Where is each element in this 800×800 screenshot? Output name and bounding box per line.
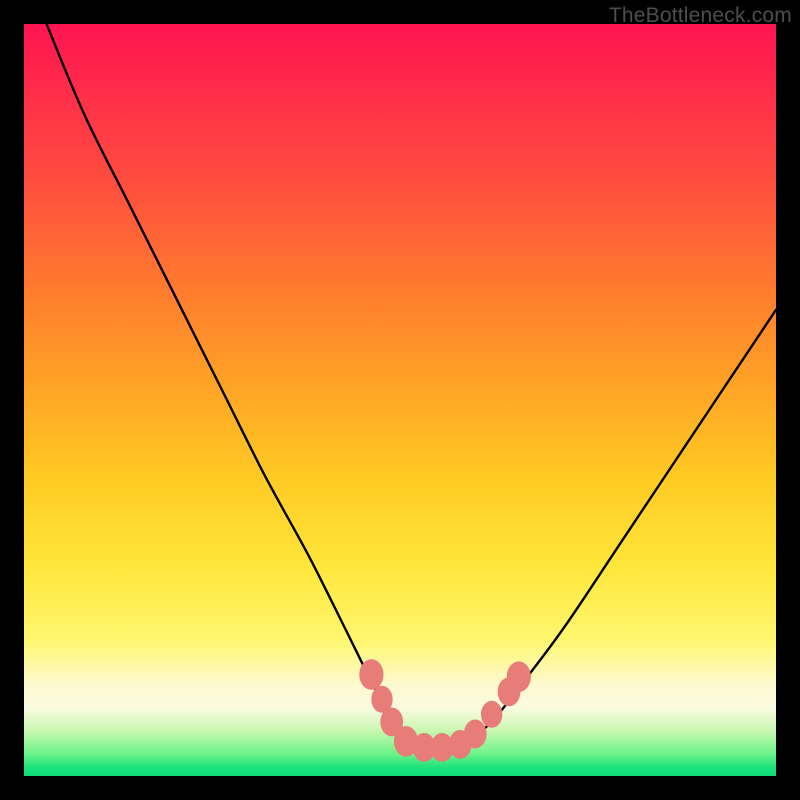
bottleneck-curve-svg xyxy=(24,24,776,776)
curve-marker xyxy=(481,701,502,728)
curve-markers xyxy=(359,659,531,762)
watermark-text: TheBottleneck.com xyxy=(609,4,792,28)
chart-frame: TheBottleneck.com xyxy=(0,0,800,800)
plot-area xyxy=(24,24,776,776)
curve-marker xyxy=(464,720,487,749)
curve-marker xyxy=(507,661,531,692)
bottleneck-curve xyxy=(47,24,776,747)
curve-marker xyxy=(359,659,383,690)
